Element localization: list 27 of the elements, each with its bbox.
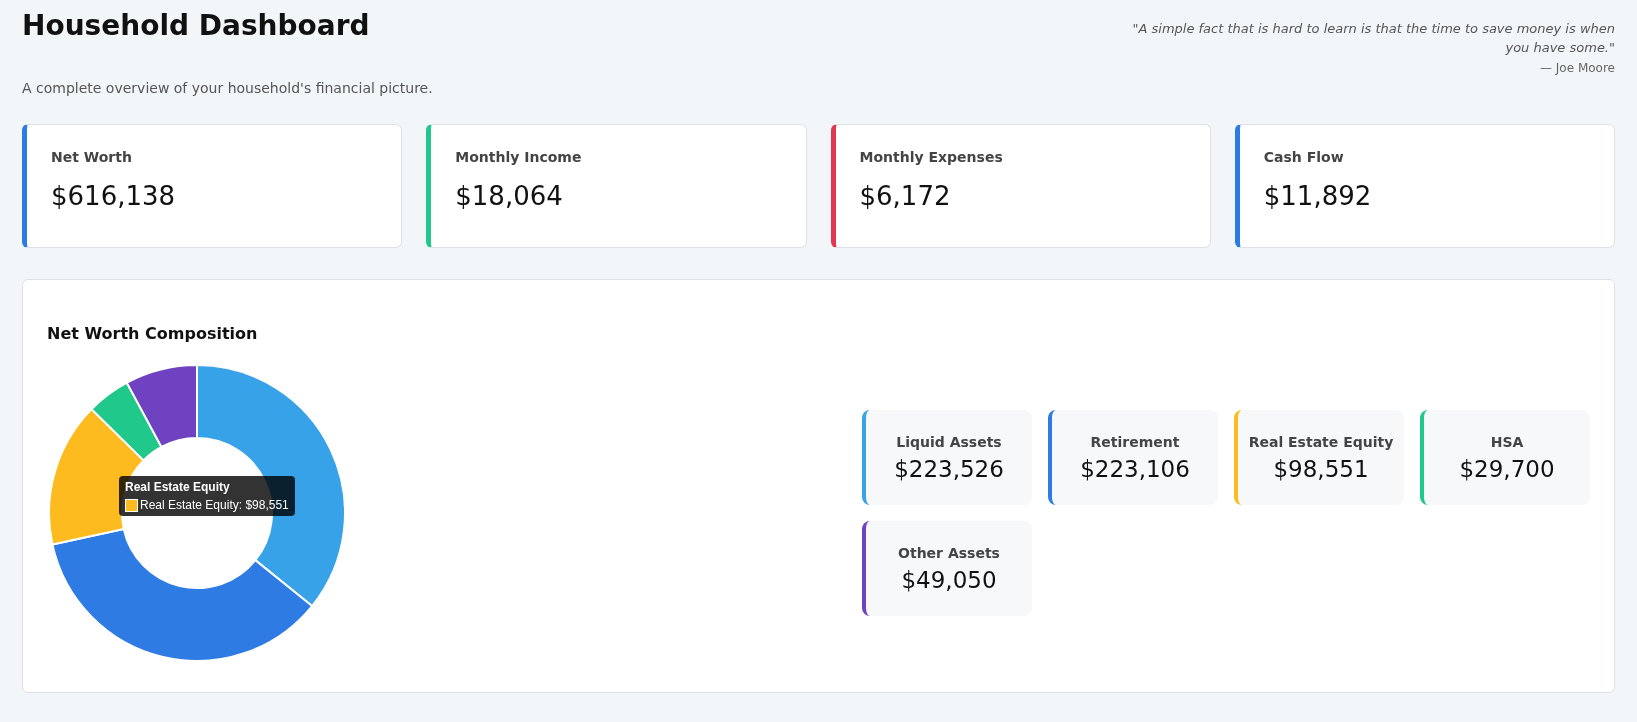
asset-label: Other Assets (898, 544, 1000, 561)
kpi-label: Monthly Income (455, 149, 583, 166)
tooltip-label: Real Estate Equity: $98,551 (140, 498, 289, 513)
asset-label: Real Estate Equity (1248, 433, 1394, 450)
asset-value: $223,526 (894, 455, 1004, 482)
kpi-label: Monthly Expenses (859, 149, 1004, 166)
asset-label: Retirement (1090, 433, 1180, 450)
panel-title: Net Worth Composition (47, 324, 259, 344)
quote-author: — Joe Moore (1539, 60, 1615, 75)
kpi-value: $616,138 (51, 181, 177, 212)
kpi-label: Cash Flow (1263, 149, 1345, 166)
asset-value: $49,050 (901, 566, 997, 593)
page-subtitle: A complete overview of your household's financial picture. (22, 80, 433, 97)
asset-value: $98,551 (1273, 455, 1369, 482)
quote-text: "A simple fact that is hard to learn is that the time to save money is when you have some." (1131, 20, 1615, 57)
tooltip-title: Real Estate Equity (125, 480, 231, 495)
asset-label: Liquid Assets (896, 433, 1002, 450)
kpi-value: $11,892 (1263, 181, 1373, 212)
page-title: Household Dashboard (22, 8, 371, 44)
kpi-value: $18,064 (455, 181, 564, 212)
asset-value: $223,106 (1080, 455, 1190, 482)
kpi-label: Net Worth (51, 149, 133, 166)
asset-value: $29,700 (1459, 455, 1555, 482)
donut-segment[interactable] (125, 364, 198, 449)
donut-segment[interactable] (90, 382, 163, 462)
kpi-value: $6,172 (859, 181, 952, 212)
asset-label: HSA (1490, 433, 1524, 450)
